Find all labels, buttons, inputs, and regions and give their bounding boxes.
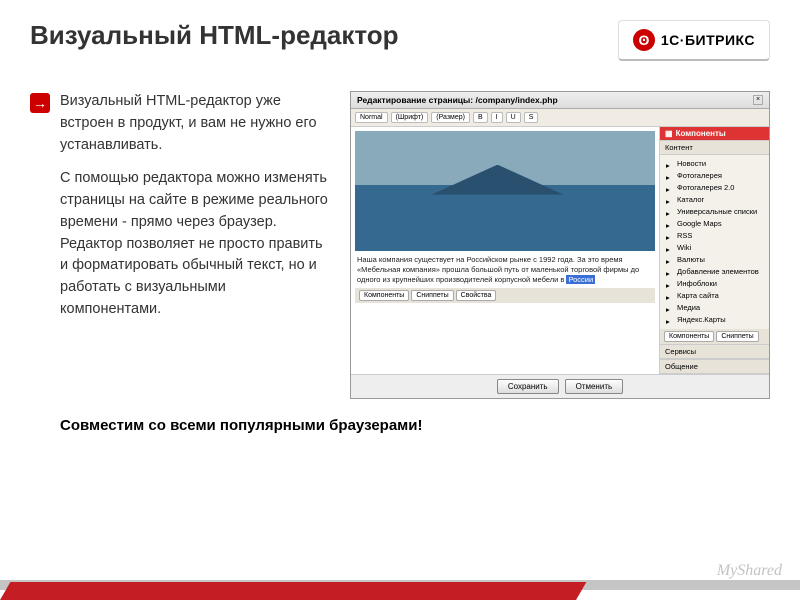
tree-item[interactable]: ▸Валюты xyxy=(666,254,763,266)
folder-icon: ▸ xyxy=(666,256,674,264)
underline-button[interactable]: U xyxy=(506,112,521,123)
folder-icon: ▸ xyxy=(666,232,674,240)
footer-decoration xyxy=(0,578,800,600)
tree-item[interactable]: ▸Каталог xyxy=(666,194,763,206)
folder-icon: ▸ xyxy=(666,292,674,300)
tree-item[interactable]: ▸Google Maps xyxy=(666,218,763,230)
folder-icon: ▸ xyxy=(666,208,674,216)
folder-icon: ▸ xyxy=(666,304,674,312)
editor-screenshot: Редактирование страницы: /company/index.… xyxy=(350,91,770,399)
folder-icon: ▸ xyxy=(666,244,674,252)
folder-icon: ▸ xyxy=(666,220,674,228)
cancel-button[interactable]: Отменить xyxy=(565,379,624,394)
folder-icon: ▸ xyxy=(666,184,674,192)
content-image xyxy=(355,131,655,251)
size-select[interactable]: (Размер) xyxy=(431,112,470,123)
tree-item[interactable]: ▸Фотогалерея xyxy=(666,170,763,182)
tab-properties[interactable]: Свойства xyxy=(456,290,497,301)
logo-text: 1С·БИТРИКС xyxy=(661,32,755,48)
component-tree: ▸Новости▸Фотогалерея▸Фотогалерея 2.0▸Кат… xyxy=(660,155,769,329)
side-tab-components[interactable]: Компоненты xyxy=(664,331,714,342)
side-tab-snippets[interactable]: Сниппеты xyxy=(716,331,758,342)
arrow-icon: → xyxy=(30,93,50,113)
tree-item[interactable]: ▸Яндекс.Карты xyxy=(666,314,763,326)
font-select[interactable]: (Шрифт) xyxy=(391,112,429,123)
style-select[interactable]: Normal xyxy=(355,112,388,123)
close-icon[interactable]: × xyxy=(753,95,763,105)
selected-text: России xyxy=(566,275,595,284)
tree-item[interactable]: ▸Универсальные списки xyxy=(666,206,763,218)
folder-icon: ▸ xyxy=(666,316,674,324)
footnote-text: Совместим со всеми популярными браузерам… xyxy=(0,399,800,434)
panel-header: ▦Компоненты xyxy=(660,127,769,140)
window-title: Редактирование страницы: /company/index.… xyxy=(357,95,558,105)
panel-section-content[interactable]: Контент xyxy=(660,140,769,155)
tree-item[interactable]: ▸Медиа xyxy=(666,302,763,314)
tree-item[interactable]: ▸RSS xyxy=(666,230,763,242)
folder-icon: ▸ xyxy=(666,196,674,204)
components-panel: ▦Компоненты Контент ▸Новости▸Фотогалерея… xyxy=(659,127,769,374)
panel-section-social[interactable]: Общение xyxy=(660,359,769,374)
panel-section-services[interactable]: Сервисы xyxy=(660,344,769,359)
tree-item[interactable]: ▸Wiki xyxy=(666,242,763,254)
tab-snippets[interactable]: Сниппеты xyxy=(411,290,453,301)
tree-item[interactable]: ▸Инфоблоки xyxy=(666,278,763,290)
content-text[interactable]: Наша компания существует на Российском р… xyxy=(355,251,655,288)
strike-button[interactable]: S xyxy=(524,112,539,123)
page-title: Визуальный HTML-редактор xyxy=(30,20,399,51)
folder-icon: ▸ xyxy=(666,160,674,168)
tab-components[interactable]: Компоненты xyxy=(359,290,409,301)
italic-button[interactable]: I xyxy=(491,112,503,123)
bold-button[interactable]: B xyxy=(473,112,488,123)
save-button[interactable]: Сохранить xyxy=(497,379,559,394)
folder-icon: ▸ xyxy=(666,280,674,288)
tree-item[interactable]: ▸Фотогалерея 2.0 xyxy=(666,182,763,194)
brand-logo: ʘ 1С·БИТРИКС xyxy=(618,20,770,61)
tree-item[interactable]: ▸Новости xyxy=(666,158,763,170)
watermark: MyShared xyxy=(717,562,782,580)
logo-icon: ʘ xyxy=(633,29,655,51)
folder-icon: ▸ xyxy=(666,172,674,180)
tree-item[interactable]: ▸Карта сайта xyxy=(666,290,763,302)
tree-item[interactable]: ▸Добавление элементов xyxy=(666,266,763,278)
editor-toolbar: Normal (Шрифт) (Размер) B I U S xyxy=(351,109,769,127)
folder-icon: ▸ xyxy=(666,268,674,276)
description-text: Визуальный HTML-редактор уже встроен в п… xyxy=(60,91,330,321)
